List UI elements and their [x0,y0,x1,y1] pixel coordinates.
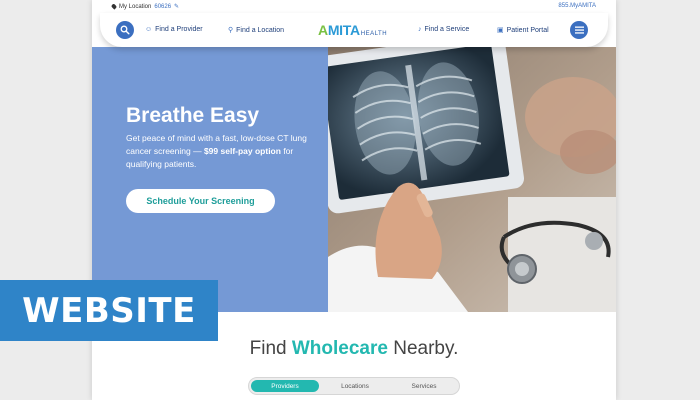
location-pin-icon [110,3,118,10]
map-pin-icon: ⚲ [228,27,234,34]
hero-panel: Breathe Easy Get peace of mind with a fa… [92,47,328,312]
find-suffix: Nearby. [387,338,459,359]
zip-code[interactable]: 60626 [154,4,171,10]
find-wholecare-heading: Find Wholecare Nearby. [92,338,616,360]
nav-find-location[interactable]: ⚲ Find a Location [228,26,285,35]
stethoscope-icon: ♪ [418,26,422,33]
search-button[interactable] [116,21,134,39]
nav-find-provider[interactable]: ☺ Find a Provider [145,26,203,33]
logo-letter-a: A [318,22,328,38]
utility-bar: My Location 60626 ✎ 855.MyAMITA [92,0,616,13]
nav-patient-portal[interactable]: ▣ Patient Portal [497,26,549,35]
tab-services[interactable]: Services [391,380,457,392]
nav-find-location-label: Find a Location [236,26,285,34]
edit-pencil-icon[interactable]: ✎ [174,3,179,10]
portal-icon: ▣ [497,27,504,34]
schedule-screening-button[interactable]: Schedule Your Screening [126,189,275,213]
my-location[interactable]: My Location 60626 ✎ [110,3,179,10]
my-location-label: My Location [119,3,152,10]
search-icon [120,25,130,35]
hero-photo-xray-tablet [328,47,616,312]
hero-body-price: $99 self-pay option [203,146,281,156]
nav-find-service[interactable]: ♪ Find a Service [418,26,469,33]
tab-providers[interactable]: Providers [251,380,319,392]
hero-body: Get peace of mind with a fast, low-dose … [126,132,318,171]
find-tabs: Providers Locations Services [248,377,460,395]
logo-mita: MITA [327,22,360,38]
find-prefix: Find [249,338,292,359]
hero-title: Breathe Easy [126,104,260,127]
person-icon: ☺ [145,26,153,33]
logo-health: HEALTH [360,31,388,37]
website-badge: WEBSITE [0,280,218,341]
nav-find-provider-label: Find a Provider [155,26,203,33]
tab-locations[interactable]: Locations [321,380,389,392]
amita-health-logo[interactable]: A MITA HEALTH [318,22,387,38]
phone-link[interactable]: 855.MyAMITA [558,3,596,9]
nav-patient-portal-label: Patient Portal [506,26,549,34]
hamburger-icon [574,26,584,34]
main-navigation: ☺ Find a Provider ⚲ Find a Location A MI… [100,13,608,47]
find-highlight: Wholecare [291,338,388,359]
nav-find-service-label: Find a Service [424,26,470,33]
menu-button[interactable] [570,21,588,39]
